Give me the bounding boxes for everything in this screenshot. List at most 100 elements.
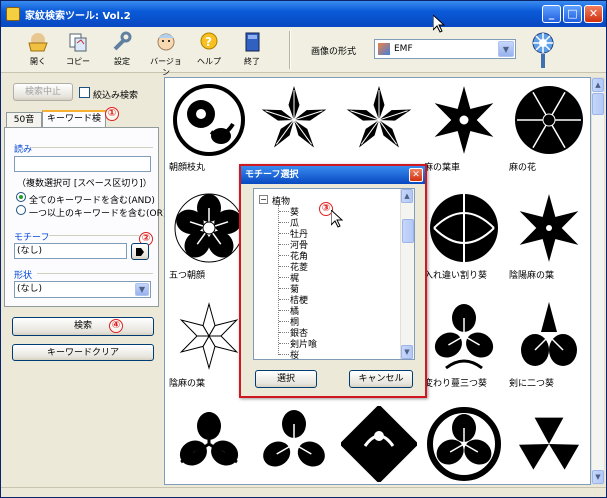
chevron-down-icon[interactable]: ▼ [135, 283, 149, 296]
radio-or[interactable] [16, 205, 26, 215]
tree-connector [279, 288, 289, 289]
help-icon: ? [200, 32, 218, 50]
open-button[interactable]: 開く [19, 29, 57, 71]
tree-connector [279, 244, 289, 245]
face-icon [157, 33, 175, 51]
exit-book-icon [245, 32, 260, 52]
crest-caption: 隅立て雨竜 [339, 484, 421, 485]
grid-scrollbar[interactable]: ▲ ▼ [591, 77, 605, 485]
scroll-up-arrow[interactable]: ▲ [592, 78, 604, 92]
tail-three-hollyhock-crest [263, 410, 325, 467]
radio-or-label: 一つ以上のキーワードを含む(OR) [29, 209, 167, 219]
crest-cell[interactable]: 外三つ割り麻の葉 [507, 404, 591, 485]
wrench-icon [113, 31, 132, 51]
narrow-search-checkbox[interactable] [79, 87, 90, 98]
dialog-close-button[interactable]: ✕ [409, 168, 423, 182]
search-button[interactable]: 検索 [12, 317, 154, 336]
annotation-1: ① [105, 107, 119, 121]
hemp-wheel-crest [434, 86, 494, 154]
reading-input[interactable] [14, 156, 151, 172]
reading-divider [31, 147, 153, 148]
magnifier-gear-button[interactable] [528, 29, 558, 71]
keyword-clear-button[interactable]: キーワードクリア [12, 344, 154, 361]
maximize-button[interactable]: □ [563, 5, 582, 23]
shape-select[interactable]: (なし) ▼ [14, 281, 151, 298]
tree-connector [279, 233, 289, 234]
tree-root-plants[interactable]: 植物 [272, 194, 290, 207]
crest-caption: 外三つ割り麻の葉 [509, 484, 591, 485]
close-button[interactable]: ✕ [584, 5, 603, 23]
format-label: 画像の形式 [311, 47, 357, 57]
crest-cell[interactable]: 剣三つ葵 [167, 404, 251, 485]
tree-node[interactable]: 笹 [290, 359, 299, 360]
crest-cell[interactable]: 尻合わせ三つ葵 [252, 404, 336, 484]
main-window: 家紋検索ツール: Vol.2 _ □ ✕ 開く コピー 設定 バージョン ? ヘ… [0, 0, 607, 498]
radio-and[interactable] [16, 192, 26, 202]
tree-scroll-thumb[interactable] [402, 219, 414, 243]
motif-field[interactable]: (なし) [14, 243, 127, 259]
shape-divider [37, 273, 153, 274]
stop-search-button[interactable]: 検索中止 [13, 83, 73, 101]
narrow-search-label: 絞込み検索 [93, 91, 139, 101]
search-tabs: 50音 キーワード検索 [4, 110, 159, 138]
yinyang-hemp-crest [519, 194, 579, 262]
tab-keyword-search[interactable]: キーワード検索 [42, 110, 106, 138]
chevron-down-icon[interactable]: ▼ [498, 41, 514, 57]
radio-and-label: 全てのキーワードを含む(AND) [29, 196, 155, 206]
motif-select-dialog: モチーフ選択 ✕ − 植物 ▲ ▼ 葵瓜牡丹 河骨 花角 花菱梶菊桔梗橘桐銀杏 剣片喰桜… [239, 164, 427, 398]
svg-text:?: ? [205, 35, 212, 49]
crest-cell[interactable]: 隅立て雨竜 [337, 404, 421, 485]
tree-scrollbar[interactable]: ▲ ▼ [400, 189, 414, 359]
dialog-title[interactable]: モチーフ選択 [241, 166, 425, 184]
crest-caption: 麻の葉車 [424, 163, 461, 173]
outer-three-hemp-crest [519, 417, 579, 470]
tree-connector [279, 211, 289, 212]
status-bar [1, 487, 606, 497]
crest-cell[interactable]: 入れ違い割り葵 [422, 188, 506, 286]
dialog-cancel-button[interactable]: キャンセル [349, 370, 413, 388]
crest-cell[interactable]: 総陰丸に三つ葵 [422, 404, 506, 485]
hemp-star-crest [346, 86, 412, 148]
tree-connector [279, 354, 289, 355]
sword-three-hollyhock-crest [179, 412, 239, 466]
tree-scroll-down[interactable]: ▼ [401, 345, 413, 359]
scroll-down-arrow[interactable]: ▼ [592, 470, 604, 484]
annotation-4: ④ [109, 319, 123, 333]
crest-caption: 陰陽麻の葉 [509, 271, 555, 281]
crest-cell[interactable]: 麻の葉車 [422, 80, 506, 178]
tree-connector [279, 321, 289, 322]
motif-select-button[interactable] [131, 243, 149, 260]
collapse-icon[interactable]: − [259, 195, 268, 204]
reading-section-label: 読み [14, 145, 33, 155]
title-bar[interactable]: 家紋検索ツール: Vol.2 _ □ ✕ [1, 1, 606, 27]
crest-caption: 総陰丸に三つ葵 [424, 484, 506, 485]
crest-caption: 入れ違い割り葵 [424, 271, 488, 281]
crest-caption: 剣三つ葵 [169, 484, 251, 485]
arrow-right-icon [136, 248, 144, 256]
settings-button[interactable]: 設定 [103, 29, 141, 71]
hemp-star-crest [261, 86, 327, 148]
hemp-flower-crest [515, 86, 583, 154]
tree-connector [279, 277, 289, 278]
tree-connector [279, 266, 289, 267]
crest-cell[interactable]: 麻の花 [507, 80, 590, 178]
motif-section-label: モチーフ [14, 233, 50, 243]
help-button[interactable]: ? ヘルプ [190, 29, 228, 71]
crest-caption: 剣に二つ葵 [509, 379, 555, 389]
dialog-select-button[interactable]: 選択 [255, 370, 317, 388]
mouse-cursor-icon [331, 210, 343, 228]
scroll-thumb[interactable] [592, 93, 604, 115]
copy-button[interactable]: コピー [59, 29, 97, 71]
crossed-hollyhock-crest [430, 194, 498, 262]
tab-50on[interactable]: 50音 [6, 112, 42, 128]
crest-cell[interactable]: 変わり蔓三つ葵 [422, 296, 506, 394]
minimize-button[interactable]: _ [542, 5, 561, 23]
toolbar: 開く コピー 設定 バージョン ? ヘルプ 終了 画像の形式 EMF ▼ [1, 27, 606, 77]
version-button[interactable]: バージョン [147, 29, 185, 77]
app-icon [6, 7, 20, 21]
crest-cell[interactable]: 剣に二つ葵 [507, 296, 590, 394]
exit-button[interactable]: 終了 [233, 29, 271, 71]
format-select[interactable]: EMF ▼ [374, 39, 516, 59]
crest-cell[interactable]: 陰陽麻の葉 [507, 188, 590, 286]
tree-scroll-up[interactable]: ▲ [401, 189, 413, 203]
